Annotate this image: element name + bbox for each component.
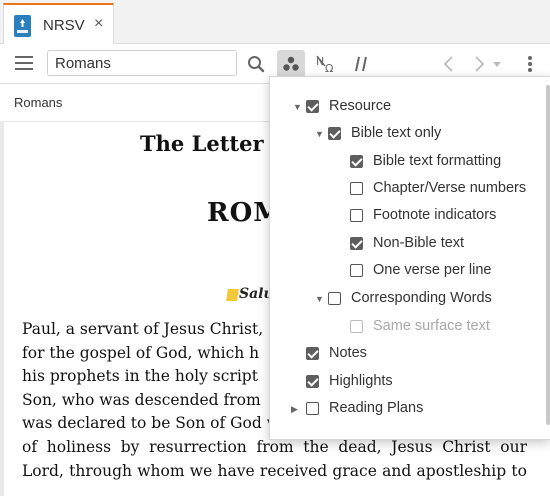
caret-right-icon[interactable]: ▶ [291, 405, 299, 414]
option-resource[interactable]: Resource [306, 96, 391, 116]
checkbox[interactable] [306, 99, 319, 113]
option-label: Resource [329, 98, 392, 114]
parallel-icon[interactable] [348, 50, 376, 78]
checkbox[interactable] [350, 263, 363, 277]
option-footnote-indicators[interactable]: Footnote indicators [350, 205, 496, 225]
caret-down-icon[interactable]: ▼ [315, 295, 324, 304]
back-icon[interactable] [435, 50, 463, 78]
option-bible-text-only[interactable]: Bible text only [328, 123, 441, 143]
breadcrumb-divider [0, 121, 285, 122]
reference-input[interactable] [47, 50, 237, 76]
option-chapter-verse-numbers[interactable]: Chapter/Verse numbers [350, 178, 526, 198]
option-label: One verse per line [373, 262, 492, 278]
tab-label: NRSV [43, 17, 85, 34]
close-icon[interactable]: × [94, 16, 103, 32]
option-label: Bible text only [351, 125, 442, 141]
svg-text:Ω: Ω [325, 62, 333, 74]
breadcrumb[interactable]: Romans [14, 95, 62, 110]
menu-icon[interactable] [15, 56, 33, 71]
tab-strip: NRSV × [0, 0, 550, 45]
highlight-marker-icon[interactable] [226, 289, 239, 301]
checkbox[interactable] [350, 154, 363, 168]
bible-book-icon [14, 15, 31, 37]
checkbox [350, 319, 363, 333]
option-label: Highlights [329, 373, 393, 389]
search-icon[interactable] [242, 50, 270, 78]
tab-nrsv[interactable]: NRSV × [3, 3, 114, 45]
caret-down-icon[interactable]: ▼ [293, 103, 302, 112]
more-icon[interactable] [520, 50, 540, 78]
option-label: Same surface text [373, 318, 490, 334]
checkbox[interactable] [350, 181, 363, 195]
option-non-bible-text[interactable]: Non-Bible text [350, 233, 464, 253]
interlinear-icon[interactable]: NΩ [312, 50, 340, 78]
checkbox[interactable] [306, 346, 319, 360]
checkbox[interactable] [328, 126, 341, 140]
scrollbar[interactable] [546, 85, 550, 425]
pane-edge [0, 121, 4, 496]
checkbox[interactable] [350, 208, 363, 222]
text-line: Lord, through whom we have received grac… [22, 461, 527, 480]
checkbox[interactable] [328, 291, 341, 305]
option-label: Chapter/Verse numbers [373, 180, 527, 196]
option-label: Reading Plans [329, 400, 424, 416]
checkbox[interactable] [306, 401, 319, 415]
option-reading-plans[interactable]: Reading Plans [306, 398, 423, 418]
option-notes[interactable]: Notes [306, 343, 367, 363]
option-highlights[interactable]: Highlights [306, 371, 393, 391]
option-corresponding-words[interactable]: Corresponding Words [328, 288, 492, 308]
option-label: Corresponding Words [351, 290, 492, 306]
visual-filters-icon[interactable] [277, 50, 305, 78]
caret-down-icon[interactable]: ▼ [315, 130, 324, 139]
checkbox[interactable] [306, 374, 319, 388]
visual-filters-panel: ▼ Resource ▼ Bible text only Bible text … [269, 76, 550, 440]
option-label: Notes [329, 345, 367, 361]
option-label: Bible text formatting [373, 153, 502, 169]
option-same-surface-text: Same surface text [350, 316, 490, 336]
dropdown-icon[interactable] [487, 50, 507, 78]
option-bible-text-formatting[interactable]: Bible text formatting [350, 151, 501, 171]
option-one-verse-per-line[interactable]: One verse per line [350, 260, 491, 280]
checkbox[interactable] [350, 236, 363, 250]
option-label: Non-Bible text [373, 235, 465, 251]
option-label: Footnote indicators [373, 207, 497, 223]
